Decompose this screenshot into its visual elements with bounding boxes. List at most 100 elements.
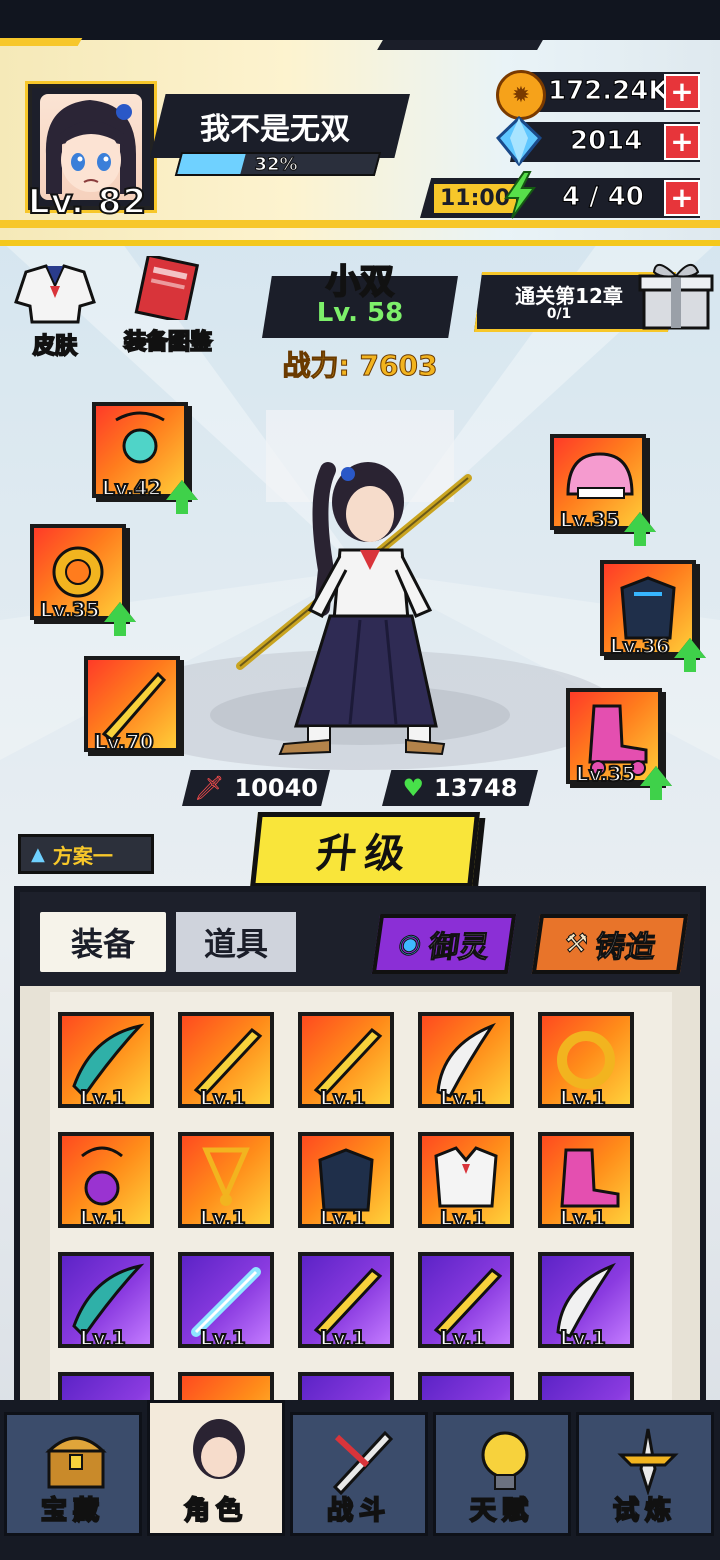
inventory-item-level: Lv.1 bbox=[319, 1085, 367, 1111]
add-gems-button[interactable]: + bbox=[664, 124, 700, 160]
inventory-item-necklace[interactable]: Lv.1 bbox=[58, 1132, 154, 1231]
nav-item-talent-bulb[interactable]: 天赋 bbox=[433, 1412, 571, 1536]
inventory-item-level: Lv.1 bbox=[559, 1205, 607, 1231]
nav-label: 试炼 bbox=[612, 1495, 677, 1527]
heart-hp-icon: ♥ bbox=[402, 774, 424, 802]
upgrade-arrow-icon bbox=[104, 602, 136, 636]
inventory-item-sword[interactable]: Lv.1 bbox=[418, 1252, 514, 1351]
inventory-item-scythe[interactable]: Lv.1 bbox=[58, 1012, 154, 1111]
equipped-level: Lv.35 bbox=[39, 597, 101, 623]
combat-power: 战力: 7603 bbox=[282, 349, 438, 383]
character-icon bbox=[193, 1419, 245, 1479]
skin-button[interactable]: 皮肤 bbox=[12, 262, 98, 360]
spirit-button[interactable]: ◉ 御灵 bbox=[371, 914, 517, 974]
tab-equipment[interactable]: 装备 bbox=[40, 912, 166, 972]
nav-item-battle[interactable]: 战斗 bbox=[290, 1412, 428, 1536]
nav-label: 宝藏 bbox=[40, 1495, 105, 1527]
equipped-level: Lv.36 bbox=[609, 633, 671, 659]
upgrade-button[interactable]: 升级 bbox=[250, 812, 480, 888]
diamond-gem-icon bbox=[496, 116, 542, 166]
equipment-codex-button[interactable]: 装备图鉴 bbox=[112, 253, 224, 356]
exp-percent: 32% bbox=[254, 154, 298, 176]
chapter-reward-progress: 0/1 bbox=[546, 306, 572, 322]
skin-label: 皮肤 bbox=[32, 333, 78, 360]
equipped-level: Lv.70 bbox=[93, 729, 155, 755]
equipped-slot-sword[interactable]: Lv.70 bbox=[84, 656, 180, 755]
equipped-slot-ring[interactable]: Lv.35 bbox=[30, 524, 136, 636]
inventory-item-sword[interactable]: Lv.1 bbox=[298, 1012, 394, 1111]
inventory-item-sword[interactable]: Lv.1 bbox=[178, 1012, 274, 1111]
add-coins-button[interactable]: + bbox=[664, 74, 700, 110]
forge-button[interactable]: ⚒ 铸造 bbox=[531, 914, 689, 974]
inventory-item-level: Lv.1 bbox=[559, 1085, 607, 1111]
add-energy-button[interactable]: + bbox=[664, 180, 700, 216]
player-name: 我不是无双 bbox=[200, 112, 350, 147]
inventory-item-skates[interactable]: Lv.1 bbox=[538, 1132, 634, 1231]
triangle-up-icon: ▲ bbox=[31, 843, 45, 865]
forge-label: 铸造 bbox=[592, 930, 658, 966]
plan-label: 方案一 bbox=[52, 843, 113, 868]
bottom-navigation: 宝藏 角色 战斗 天赋 试炼 bbox=[0, 1400, 720, 1560]
spirit-label: 御灵 bbox=[426, 930, 492, 966]
nav-item-treasure-chest[interactable]: 宝藏 bbox=[4, 1412, 142, 1536]
inventory-item-level: Lv.1 bbox=[439, 1325, 487, 1351]
equipped-slot-helmet[interactable]: Lv.35 bbox=[550, 434, 656, 546]
inventory-panel: 装备 道具 ◉ 御灵 ⚒ 铸造 Lv.1 Lv.1 Lv.1 Lv.1 Lv.1 Lv.1… bbox=[14, 886, 706, 1468]
trial-sword-icon bbox=[617, 1428, 679, 1495]
battle-icon bbox=[332, 1430, 394, 1495]
gift-box-icon[interactable] bbox=[636, 256, 716, 332]
equipped-level: Lv.35 bbox=[559, 507, 621, 533]
inventory-item-ring[interactable]: Lv.1 bbox=[538, 1012, 634, 1111]
chapter-reward-title: 通关第12章 bbox=[515, 284, 623, 308]
inventory-item-blade[interactable]: Lv.1 bbox=[538, 1252, 634, 1351]
nav-label: 天赋 bbox=[469, 1495, 534, 1527]
inventory-item-level: Lv.1 bbox=[79, 1325, 127, 1351]
inventory-tab-bar: 装备 道具 ◉ 御灵 ⚒ 铸造 bbox=[20, 892, 700, 986]
nav-item-character[interactable]: 角色 bbox=[147, 1400, 285, 1536]
attack-stat: 🗡 10040 bbox=[182, 770, 330, 806]
nav-item-trial-sword[interactable]: 试炼 bbox=[576, 1412, 714, 1536]
inventory-item-level: Lv.1 bbox=[559, 1325, 607, 1351]
character-sprite[interactable] bbox=[230, 440, 490, 760]
upgrade-arrow-icon bbox=[640, 766, 672, 800]
tab-items[interactable]: 道具 bbox=[176, 912, 296, 972]
inventory-item-level: Lv.1 bbox=[199, 1325, 247, 1351]
inventory-item-level: Lv.1 bbox=[199, 1085, 247, 1111]
player-level: Lv. 82 bbox=[27, 181, 148, 223]
character-name: 小双 bbox=[325, 261, 395, 303]
inventory-item-level: Lv.1 bbox=[79, 1085, 127, 1111]
upgrade-arrow-icon bbox=[674, 638, 706, 672]
hammer-icon: ⚒ bbox=[562, 929, 591, 960]
hp-stat: ♥ 13748 bbox=[382, 770, 538, 806]
lightning-energy-icon bbox=[504, 171, 536, 219]
equipped-slot-necklace[interactable]: Lv.42 bbox=[92, 402, 198, 514]
inventory-item-scythe[interactable]: Lv.1 bbox=[58, 1252, 154, 1351]
spirit-swirl-icon: ◉ bbox=[396, 929, 424, 960]
uniform-skin-icon bbox=[14, 264, 96, 324]
equipped-slot-shoes[interactable]: Lv.35 bbox=[566, 688, 672, 800]
equipped-level: Lv.42 bbox=[101, 475, 163, 501]
inventory-item-blade[interactable]: Lv.1 bbox=[418, 1012, 514, 1111]
inventory-item-armor[interactable]: Lv.1 bbox=[298, 1132, 394, 1231]
inventory-item-sword[interactable]: Lv.1 bbox=[298, 1252, 394, 1351]
upgrade-label: 升级 bbox=[314, 831, 415, 877]
game-screen: Lv. 82 我不是无双 32% ✹ 172.24K + 2014 + 11:0… bbox=[0, 0, 720, 1560]
inventory-item-level: Lv.1 bbox=[199, 1205, 247, 1231]
nav-label: 角色 bbox=[183, 1495, 248, 1527]
inventory-item-lightsaber[interactable]: Lv.1 bbox=[178, 1252, 274, 1351]
plan-selector[interactable]: ▲ 方案一 bbox=[18, 834, 154, 874]
nav-label: 战斗 bbox=[326, 1495, 391, 1527]
inventory-item-level: Lv.1 bbox=[319, 1325, 367, 1351]
energy-value: 4 / 40 bbox=[562, 182, 645, 213]
inventory-grid: Lv.1 Lv.1 Lv.1 Lv.1 Lv.1 Lv.1 Lv.1 Lv.1 Lv.1 Lv.1… bbox=[50, 992, 672, 1468]
attack-value: 10040 bbox=[234, 774, 318, 802]
inventory-item-level: Lv.1 bbox=[439, 1205, 487, 1231]
inventory-item-uniform[interactable]: Lv.1 bbox=[418, 1132, 514, 1231]
inventory-item-level: Lv.1 bbox=[319, 1205, 367, 1231]
paw-coin-icon: ✹ bbox=[496, 70, 546, 120]
equipped-slot-armor[interactable]: Lv.36 bbox=[600, 560, 706, 672]
talent-bulb-icon bbox=[481, 1431, 529, 1490]
inventory-item-pendant[interactable]: Lv.1 bbox=[178, 1132, 274, 1231]
inventory-item-level: Lv.1 bbox=[79, 1205, 127, 1231]
gems-value: 2014 bbox=[569, 126, 643, 157]
